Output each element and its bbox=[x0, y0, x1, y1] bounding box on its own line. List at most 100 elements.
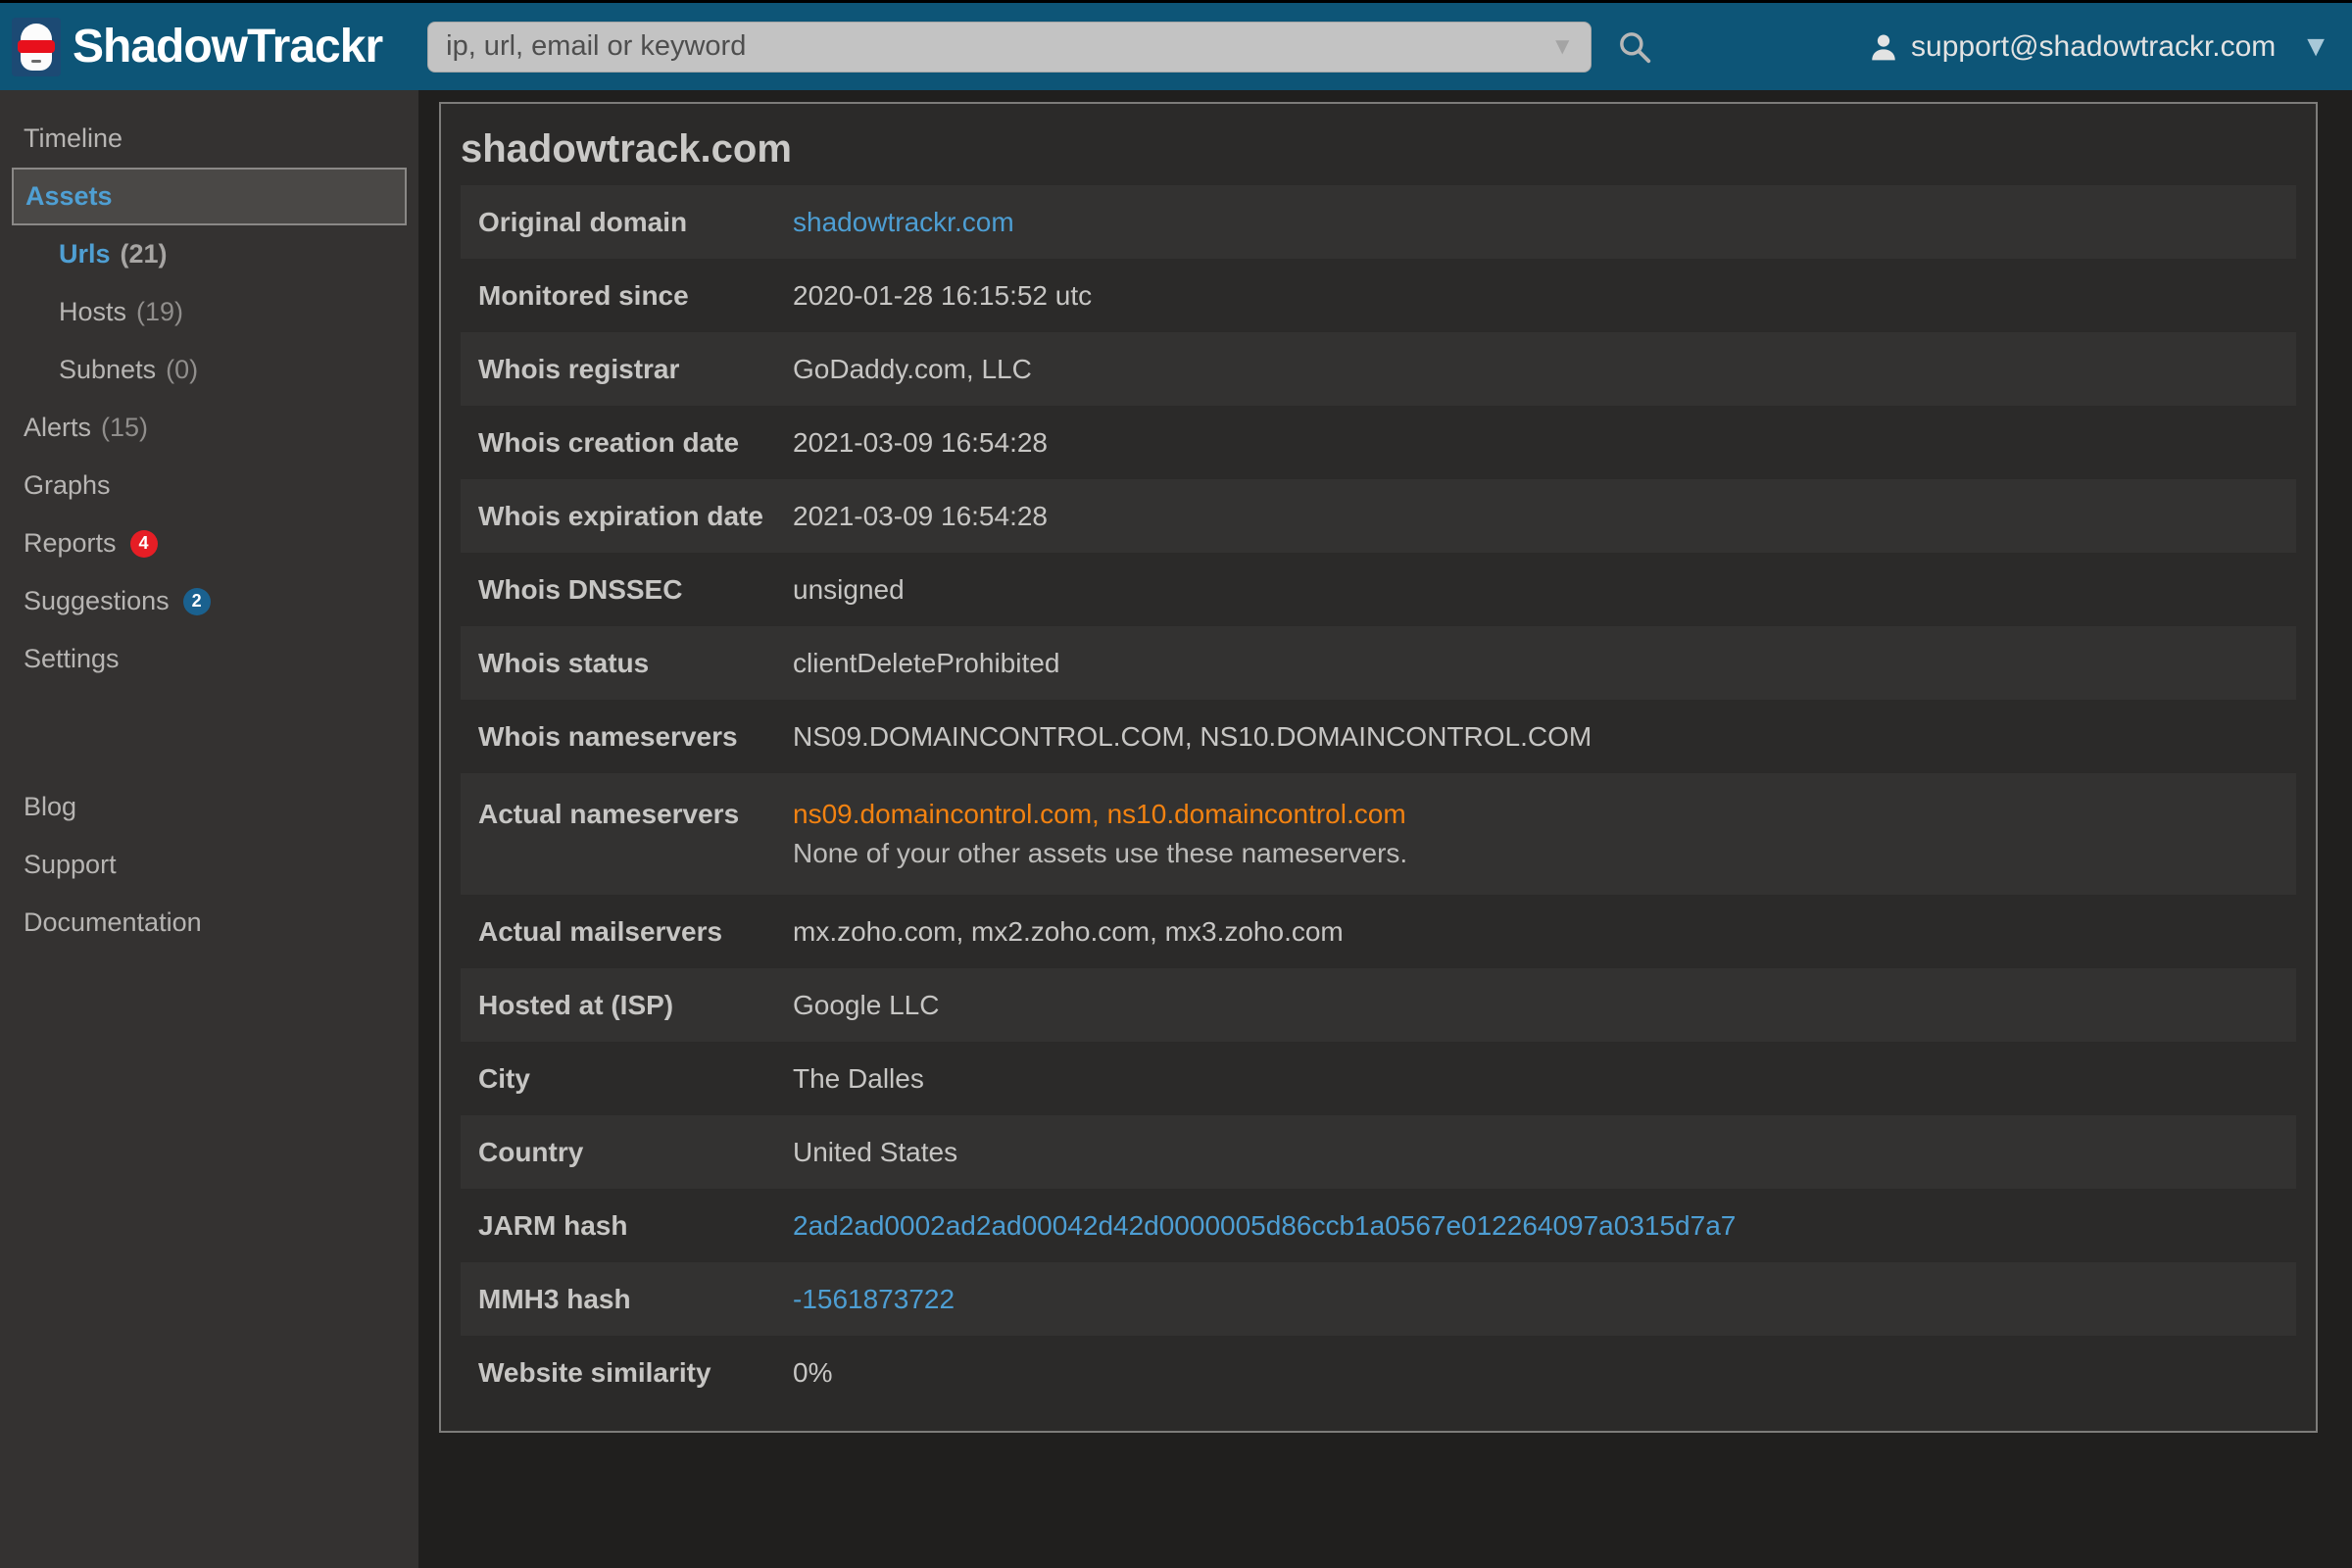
sidebar-nav: Timeline Assets Urls (21) Hosts (19) Subnets (0… bbox=[0, 110, 418, 952]
sidebar-selected-box: Assets bbox=[12, 168, 407, 225]
row-note: None of your other assets use these name… bbox=[793, 834, 2284, 873]
sidebar-item-urls[interactable]: Urls (21) bbox=[0, 225, 418, 283]
row-value: United States bbox=[793, 1137, 2296, 1168]
sidebar-item-support[interactable]: Support bbox=[0, 836, 418, 894]
sidebar-item-label: Graphs bbox=[24, 470, 111, 501]
sidebar-item-documentation[interactable]: Documentation bbox=[0, 894, 418, 952]
row-value: ns09.domaincontrol.com, ns10.domaincontr… bbox=[793, 795, 2296, 873]
table-row: Actual mailserversmx.zoho.com, mx2.zoho.… bbox=[461, 895, 2296, 968]
table-row: Whois expiration date2021-03-09 16:54:28 bbox=[461, 479, 2296, 553]
row-label: Whois creation date bbox=[461, 427, 793, 459]
sidebar-badge-suggestions: 2 bbox=[183, 588, 211, 615]
sidebar-item-settings[interactable]: Settings bbox=[0, 630, 418, 688]
table-row: Whois registrarGoDaddy.com, LLC bbox=[461, 332, 2296, 406]
search-icon[interactable] bbox=[1615, 27, 1654, 67]
sidebar-item-graphs[interactable]: Graphs bbox=[0, 457, 418, 514]
app-root: ShadowTrackr ▼ support@shadowtrackr.com … bbox=[0, 0, 2352, 1568]
sidebar-item-label: Documentation bbox=[24, 907, 202, 938]
table-row: Whois DNSSECunsigned bbox=[461, 553, 2296, 626]
row-value-link[interactable]: -1561873722 bbox=[793, 1284, 955, 1314]
main-content: shadowtrack.com Original domainshadowtra… bbox=[418, 90, 2352, 1568]
row-value: GoDaddy.com, LLC bbox=[793, 354, 2296, 385]
sidebar-item-label: Subnets bbox=[59, 355, 156, 385]
search-field-wrap: ▼ bbox=[427, 22, 1592, 73]
row-label: Whois expiration date bbox=[461, 501, 793, 532]
row-value: 2ad2ad0002ad2ad00042d42d0000005d86ccb1a0… bbox=[793, 1210, 2296, 1242]
row-value: unsigned bbox=[793, 574, 2296, 606]
table-row: Website similarity0% bbox=[461, 1336, 2296, 1409]
sidebar-item-label: Hosts bbox=[59, 297, 126, 327]
asset-detail-panel: shadowtrack.com Original domainshadowtra… bbox=[439, 102, 2318, 1433]
brand-title: ShadowTrackr bbox=[73, 20, 382, 74]
row-label: Whois registrar bbox=[461, 354, 793, 385]
sidebar-item-label: Assets bbox=[25, 181, 113, 212]
row-label: Country bbox=[461, 1137, 793, 1168]
sidebar-item-count: (0) bbox=[166, 355, 198, 385]
table-row: Whois statusclientDeleteProhibited bbox=[461, 626, 2296, 700]
row-value-link[interactable]: 2ad2ad0002ad2ad00042d42d0000005d86ccb1a0… bbox=[793, 1210, 1736, 1241]
table-row: Actual nameserversns09.domaincontrol.com… bbox=[461, 773, 2296, 895]
row-value: 0% bbox=[793, 1357, 2296, 1389]
search-input[interactable] bbox=[427, 22, 1592, 73]
row-value: 2020-01-28 16:15:52 utc bbox=[793, 280, 2296, 312]
sidebar: Timeline Assets Urls (21) Hosts (19) Subnets (0… bbox=[0, 90, 418, 1568]
sidebar-item-blog[interactable]: Blog bbox=[0, 778, 418, 836]
row-label: Actual nameservers bbox=[461, 795, 793, 834]
sidebar-item-label: Alerts bbox=[24, 413, 91, 443]
table-row: Monitored since2020-01-28 16:15:52 utc bbox=[461, 259, 2296, 332]
sidebar-item-label: Urls bbox=[59, 239, 111, 270]
row-label: Whois nameservers bbox=[461, 721, 793, 753]
sidebar-item-assets[interactable]: Assets bbox=[0, 168, 418, 225]
row-value: mx.zoho.com, mx2.zoho.com, mx3.zoho.com bbox=[793, 916, 2296, 948]
table-row: JARM hash2ad2ad0002ad2ad00042d42d0000005… bbox=[461, 1189, 2296, 1262]
row-label: City bbox=[461, 1063, 793, 1095]
brand-logo-icon bbox=[12, 18, 61, 76]
row-label: Whois status bbox=[461, 648, 793, 679]
row-value: 2021-03-09 16:54:28 bbox=[793, 427, 2296, 459]
search-dropdown-icon[interactable]: ▼ bbox=[1550, 35, 1574, 59]
user-menu[interactable]: support@shadowtrackr.com ▼ bbox=[1868, 30, 2330, 64]
row-value: shadowtrackr.com bbox=[793, 207, 2296, 238]
table-row: Whois creation date2021-03-09 16:54:28 bbox=[461, 406, 2296, 479]
user-menu-chevron-icon: ▼ bbox=[2301, 32, 2330, 62]
row-value: clientDeleteProhibited bbox=[793, 648, 2296, 679]
sidebar-badge-reports: 4 bbox=[130, 530, 158, 558]
sidebar-item-label: Timeline bbox=[24, 123, 122, 154]
row-value: Google LLC bbox=[793, 990, 2296, 1021]
sidebar-item-timeline[interactable]: Timeline bbox=[0, 110, 418, 168]
detail-table: Original domainshadowtrackr.comMonitored… bbox=[461, 185, 2296, 1409]
helmet-mouth bbox=[31, 60, 41, 63]
helmet-visor bbox=[18, 40, 55, 53]
sidebar-item-suggestions[interactable]: Suggestions 2 bbox=[0, 572, 418, 630]
row-label: JARM hash bbox=[461, 1210, 793, 1242]
row-value: -1561873722 bbox=[793, 1284, 2296, 1315]
row-label: Actual mailservers bbox=[461, 916, 793, 948]
table-row: Whois nameserversNS09.DOMAINCONTROL.COM,… bbox=[461, 700, 2296, 773]
page-title: shadowtrack.com bbox=[461, 127, 2296, 172]
table-row: MMH3 hash-1561873722 bbox=[461, 1262, 2296, 1336]
sidebar-item-count: (21) bbox=[121, 239, 168, 270]
sidebar-item-subnets[interactable]: Subnets (0) bbox=[0, 341, 418, 399]
row-value-link[interactable]: shadowtrackr.com bbox=[793, 207, 1014, 237]
sidebar-item-label: Support bbox=[24, 850, 117, 880]
row-label: Original domain bbox=[461, 207, 793, 238]
table-row: Original domainshadowtrackr.com bbox=[461, 185, 2296, 259]
top-bar: ShadowTrackr ▼ support@shadowtrackr.com … bbox=[0, 0, 2352, 90]
sidebar-item-label: Blog bbox=[24, 792, 76, 822]
row-label: Whois DNSSEC bbox=[461, 574, 793, 606]
brand-link[interactable]: ShadowTrackr bbox=[12, 18, 382, 76]
row-value: The Dalles bbox=[793, 1063, 2296, 1095]
table-row: CountryUnited States bbox=[461, 1115, 2296, 1189]
row-label: Hosted at (ISP) bbox=[461, 990, 793, 1021]
sidebar-item-label: Suggestions bbox=[24, 586, 170, 616]
sidebar-item-count: (19) bbox=[136, 297, 183, 327]
row-label: Monitored since bbox=[461, 280, 793, 312]
table-row: CityThe Dalles bbox=[461, 1042, 2296, 1115]
sidebar-item-alerts[interactable]: Alerts (15) bbox=[0, 399, 418, 457]
sidebar-item-hosts[interactable]: Hosts (19) bbox=[0, 283, 418, 341]
row-value-warning: ns09.domaincontrol.com, ns10.domaincontr… bbox=[793, 795, 2284, 834]
sidebar-item-reports[interactable]: Reports4 bbox=[0, 514, 418, 572]
sidebar-item-label: Settings bbox=[24, 644, 120, 674]
sidebar-item-count: (15) bbox=[101, 413, 148, 443]
user-email: support@shadowtrackr.com bbox=[1911, 30, 2276, 64]
